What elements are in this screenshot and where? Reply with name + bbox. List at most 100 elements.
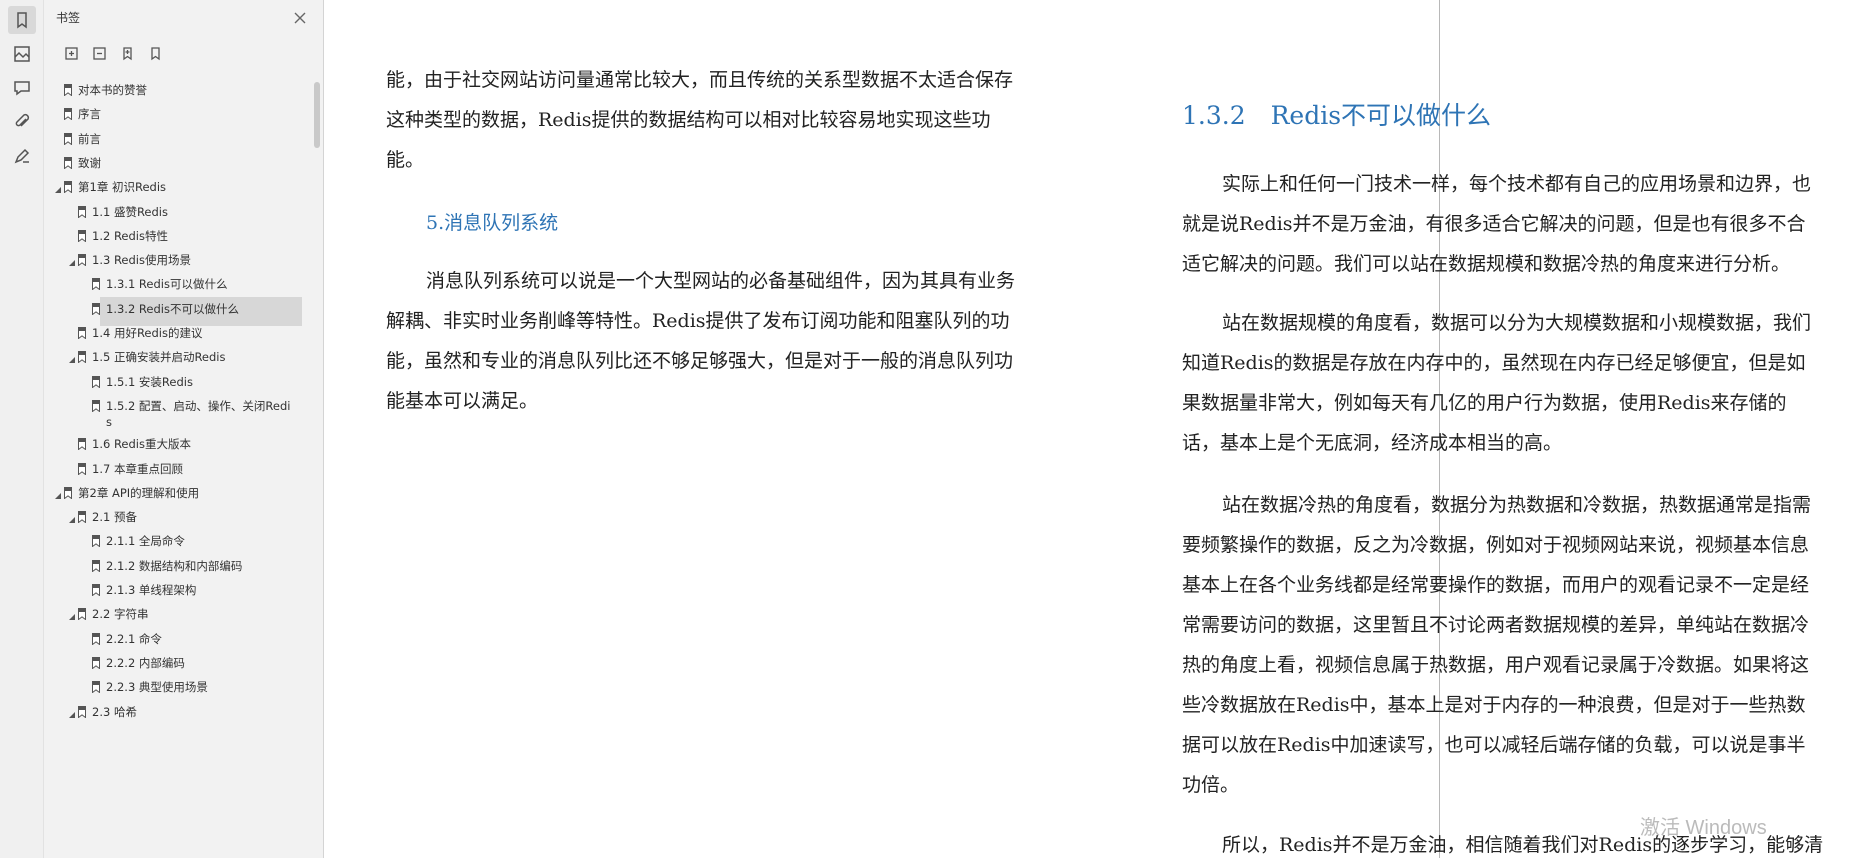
bookmark-icon: [78, 438, 86, 451]
bookmark-item[interactable]: 1.5 正确安装并启动Redis: [52, 349, 302, 365]
bookmark-icon: [78, 351, 86, 364]
bookmark-icon: [64, 108, 72, 121]
paragraph-line: 解耦、非实时业务削峰等特性。Redis提供了发布订阅功能和阻塞队列的功: [386, 310, 1010, 332]
bookmark-label: 2.1.3 单线程架构: [106, 583, 197, 597]
bookmark-icon: [92, 681, 100, 694]
bookmark-label: 1.5.2 配置、启动、操作、关闭Redis: [106, 398, 291, 429]
bookmark-item[interactable]: 1.7 本章重点回顾: [52, 461, 302, 477]
bookmark-icon: [92, 302, 100, 316]
section-subheading: 5.消息队列系统: [426, 212, 559, 234]
bookmark-icon: [92, 278, 100, 291]
bookmark-item[interactable]: 1.4 用好Redis的建议: [52, 325, 302, 341]
bookmark-item[interactable]: 对本书的赞誉: [52, 82, 302, 98]
sidebar-rail: [0, 0, 44, 858]
bookmark-item[interactable]: 1.3.2 Redis不可以做什么: [52, 296, 302, 326]
bookmark-label: 第1章 初识Redis: [78, 180, 167, 195]
bookmark-label: 1.7 本章重点回顾: [92, 461, 183, 476]
paragraph-line: 能，虽然和专业的消息队列比还不够足够强大，但是对于一般的消息队列功: [386, 350, 1014, 372]
bookmark-item[interactable]: 2.1.2 数据结构和内部编码: [52, 558, 302, 574]
bookmark-label: 1.1 盛赞Redis: [92, 204, 168, 219]
panel-title: 书签: [56, 11, 81, 25]
bookmark-icon: [92, 559, 100, 573]
bookmark-label: 2.2.2 内部编码: [106, 655, 185, 670]
paragraph-line: 果数据量非常大，例如每天有几亿的用户行为数据，使用Redis来存储的: [1182, 392, 1787, 414]
bookmark-item[interactable]: 1.2 Redis特性: [52, 228, 302, 244]
bookmark-label: 2.2 字符串: [92, 607, 149, 622]
section-heading: 1.3.2 Redis不可以做什么: [1182, 101, 1492, 130]
bookmark-label: 1.6 Redis重大版本: [92, 437, 191, 452]
bookmark-item[interactable]: 2.3 哈希: [52, 704, 302, 720]
bookmark-label: 1.3 Redis使用场景: [92, 253, 191, 268]
panel-scrollbar[interactable]: [314, 82, 320, 148]
bookmark-label: 2.1 预备: [92, 510, 137, 525]
thumbnail-icon[interactable]: [8, 40, 36, 68]
add-bookmark-icon[interactable]: [118, 44, 136, 62]
bookmark-item[interactable]: 2.1.1 全局命令: [52, 533, 302, 549]
bookmark-label: 1.5.1 安装Redis: [106, 374, 193, 389]
bookmark-label: 前言: [78, 131, 101, 146]
expand-toggle-icon[interactable]: [54, 488, 62, 499]
expand-toggle-icon[interactable]: [68, 609, 76, 621]
bookmark-icon: [78, 229, 86, 243]
bookmark-label: 2.3 哈希: [92, 704, 137, 719]
bookmark-toolbar: [62, 44, 164, 62]
bookmark-item[interactable]: 1.3 Redis使用场景: [52, 252, 302, 268]
signature-icon[interactable]: [8, 142, 36, 170]
bookmark-panel-icon[interactable]: [8, 6, 36, 34]
bookmark-icon: [92, 399, 100, 413]
bookmark-item[interactable]: 1.5.2 配置、启动、操作、关闭Redis: [52, 398, 302, 430]
paragraph-line: 站在数据规模的角度看，数据可以分为大规模数据和小规模数据，我们: [1222, 312, 1812, 334]
bookmark-item[interactable]: 2.2.1 命令: [52, 631, 302, 647]
expand-toggle-icon[interactable]: [68, 707, 76, 718]
bookmark-item[interactable]: 2.2 字符串: [52, 606, 302, 622]
expand-toggle-icon[interactable]: [68, 512, 76, 524]
bookmark-icon[interactable]: [146, 44, 164, 62]
bookmark-icon: [78, 254, 86, 267]
expand-toggle-icon[interactable]: [68, 255, 76, 267]
bookmark-label: 序言: [78, 107, 101, 122]
bookmark-icon: [92, 375, 100, 389]
paragraph-line: 基本上在各个业务线都是经常要操作的数据，而用户的观看记录不一定是经: [1182, 574, 1810, 596]
bookmark-item[interactable]: 第1章 初识Redis: [52, 179, 302, 195]
paragraph-line: 要频繁操作的数据，反之为冷数据，例如对于视频网站来说，视频基本信息: [1182, 534, 1810, 556]
expand-toggle-icon[interactable]: [68, 352, 76, 364]
bookmark-label: 1.2 Redis特性: [92, 228, 168, 243]
collapse-all-icon[interactable]: [90, 44, 108, 62]
attachment-icon[interactable]: [8, 108, 36, 136]
paragraph-line: 能，由于社交网站访问量通常比较大，而且传统的关系型数据不太适合保存: [386, 69, 1014, 91]
bookmark-icon: [78, 205, 86, 218]
comment-icon[interactable]: [8, 74, 36, 102]
paragraph-line: 常需要访问的数据，这里暂且不讨论两者数据规模的差异，单纯站在数据冷: [1182, 614, 1810, 636]
activation-watermark: 激活 Windows: [1640, 817, 1767, 839]
bookmark-item[interactable]: 1.6 Redis重大版本: [52, 436, 302, 452]
bookmark-item[interactable]: 2.2.2 内部编码: [52, 655, 302, 671]
bookmark-item[interactable]: 1.1 盛赞Redis: [52, 204, 302, 220]
bookmark-label: 第2章 API的理解和使用: [78, 485, 200, 500]
paragraph-line: 能基本可以满足。: [386, 390, 539, 412]
bookmark-label: 对本书的赞誉: [78, 83, 147, 97]
bookmark-item[interactable]: 前言: [52, 131, 302, 147]
bookmark-label: 1.3.1 Redis可以做什么: [106, 277, 228, 292]
expand-toggle-icon[interactable]: [54, 182, 62, 194]
bookmark-label: 2.1.2 数据结构和内部编码: [106, 558, 243, 573]
close-icon[interactable]: [293, 10, 307, 24]
document-view: 能，由于社交网站访问量通常比较大，而且传统的关系型数据不太适合保存 这种类型的数据…: [324, 0, 1872, 858]
bookmark-icon: [64, 132, 72, 146]
paragraph-line: 热的角度上看，视频信息属于热数据，用户观看记录属于冷数据。如果将这: [1182, 654, 1810, 676]
bookmark-icon: [78, 608, 86, 621]
bookmark-label: 1.5 正确安装并启动Redis: [92, 350, 226, 365]
bookmark-item[interactable]: 2.1 预备: [52, 509, 302, 525]
bookmark-item[interactable]: 2.2.3 典型使用场景: [52, 679, 302, 695]
bookmark-item[interactable]: 1.3.1 Redis可以做什么: [52, 276, 302, 292]
bookmark-item[interactable]: 致谢: [52, 155, 302, 171]
bookmark-icon: [92, 656, 100, 670]
bookmark-item[interactable]: 第2章 API的理解和使用: [52, 485, 302, 501]
bookmark-item[interactable]: 1.5.1 安装Redis: [52, 374, 302, 390]
bookmark-icon: [78, 327, 86, 340]
bookmark-icon: [78, 511, 86, 524]
bookmark-icon: [64, 156, 72, 170]
bookmark-item[interactable]: 2.1.3 单线程架构: [52, 582, 302, 598]
expand-all-icon[interactable]: [62, 44, 80, 62]
bookmark-label: 致谢: [78, 155, 101, 170]
bookmark-item[interactable]: 序言: [52, 106, 302, 122]
